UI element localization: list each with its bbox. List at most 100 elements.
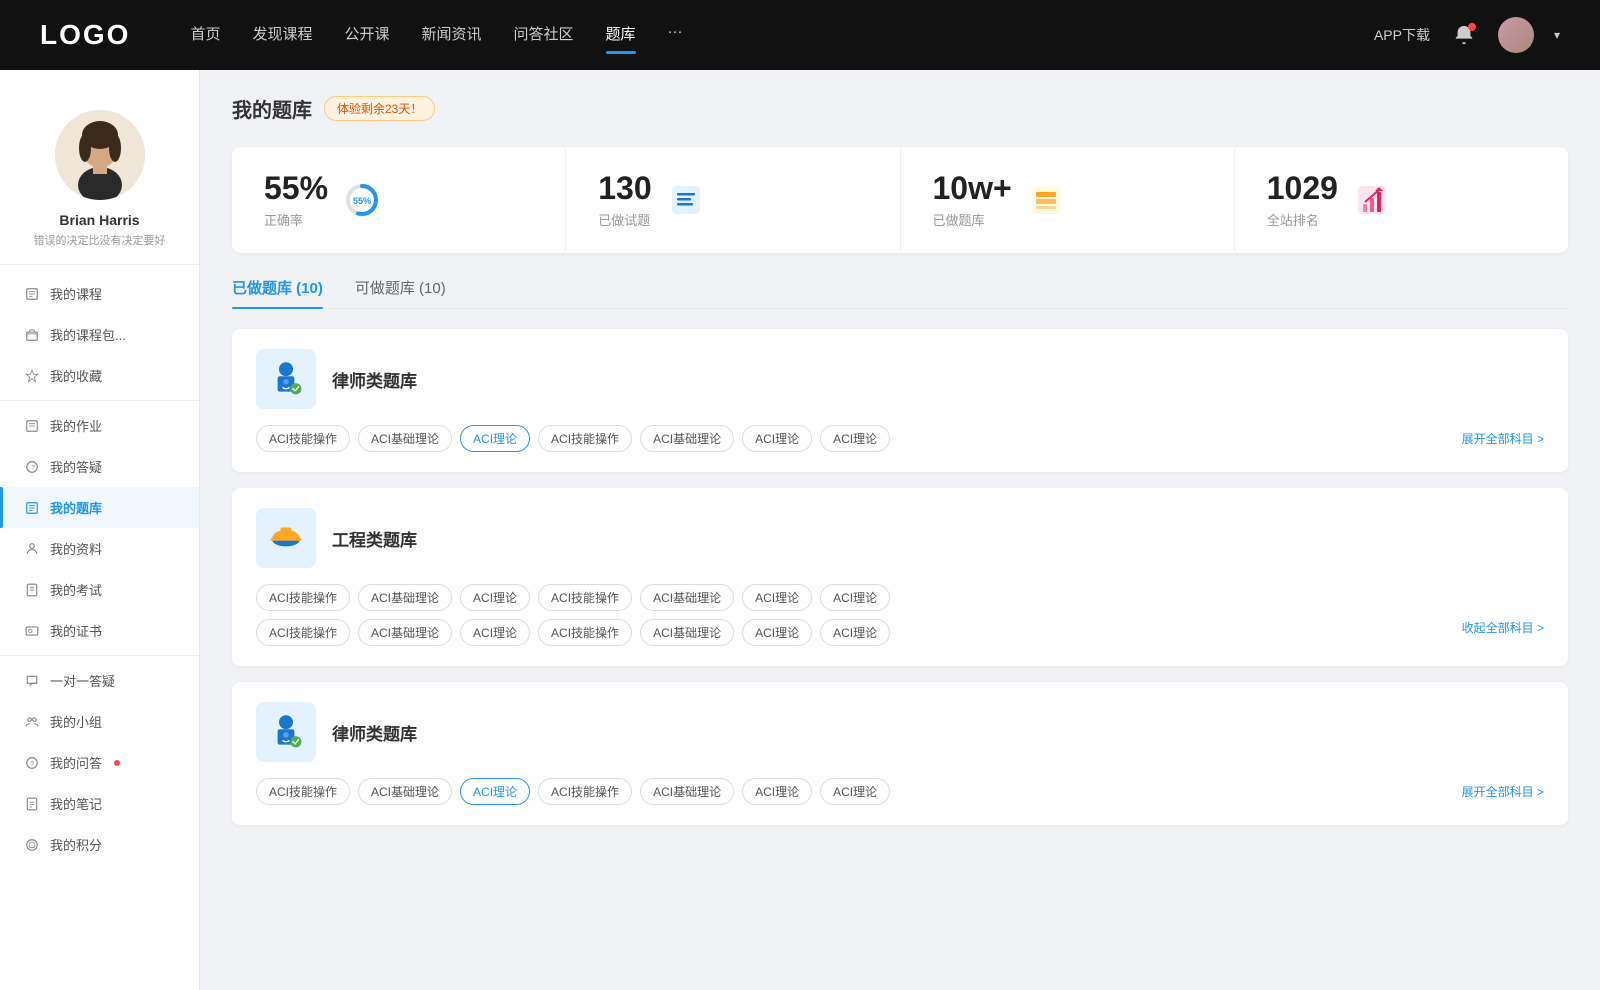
navbar: LOGO 首页 发现课程 公开课 新闻资讯 问答社区 题库 ··· APP下载 …	[0, 0, 1600, 70]
nav-link-home[interactable]: 首页	[190, 23, 220, 48]
notification-bell[interactable]	[1450, 21, 1478, 49]
tag-3-4[interactable]: ACI技能操作	[538, 778, 632, 805]
sidebar-item-course-package[interactable]: 我的课程包...	[0, 314, 199, 355]
banks-value: 10w+	[933, 171, 1012, 206]
qbank-lawyer2-header: 律师类题库	[256, 702, 1544, 762]
sidebar-item-qa-mine[interactable]: ? 我的答疑	[0, 446, 199, 487]
svg-text:55%: 55%	[353, 196, 371, 206]
nav-right: APP下载 ▾	[1374, 17, 1560, 53]
qbank-engineer-header: 工程类题库	[256, 508, 1544, 568]
question-red-dot	[114, 760, 120, 766]
tag-1-4[interactable]: ACI技能操作	[538, 425, 632, 452]
tab-available[interactable]: 可做题库 (10)	[355, 277, 446, 308]
tag-1-7[interactable]: ACI理论	[820, 425, 890, 452]
qbank-card-lawyer-2: 律师类题库 ACI技能操作 ACI基础理论 ACI理论 ACI技能操作 ACI基…	[232, 682, 1568, 825]
expand-link-3[interactable]: 展开全部科目 >	[1462, 783, 1544, 800]
tag-1-3[interactable]: ACI理论	[460, 425, 530, 452]
profile-motto: 错误的决定比没有决定要好	[34, 232, 166, 248]
accuracy-icon: 55%	[344, 182, 380, 218]
qbank-title-1: 律师类题库	[332, 367, 417, 392]
tag-2-3[interactable]: ACI理论	[460, 584, 530, 611]
accuracy-label: 正确率	[264, 210, 328, 229]
rank-value: 1029	[1267, 171, 1338, 206]
qbank-engineer-icon	[256, 508, 316, 568]
tag-2-4[interactable]: ACI技能操作	[538, 584, 632, 611]
tag-2-7[interactable]: ACI理论	[820, 584, 890, 611]
tag-2-1[interactable]: ACI技能操作	[256, 584, 350, 611]
star-icon	[24, 368, 40, 384]
tab-row: 已做题库 (10) 可做题库 (10)	[232, 277, 1568, 309]
nav-link-qa[interactable]: 问答社区	[514, 23, 574, 48]
course-icon	[24, 286, 40, 302]
banks-icon	[1028, 182, 1064, 218]
tag-2b-6[interactable]: ACI理论	[742, 619, 812, 646]
page-title: 我的题库	[232, 94, 312, 123]
sidebar-item-my-questions[interactable]: ? 我的问答	[0, 742, 199, 783]
group-icon	[24, 714, 40, 730]
nav-logo: LOGO	[40, 19, 130, 51]
tag-3-1[interactable]: ACI技能操作	[256, 778, 350, 805]
tag-1-5[interactable]: ACI基础理论	[640, 425, 734, 452]
exam-icon	[24, 582, 40, 598]
sidebar-item-certificate[interactable]: 我的证书	[0, 610, 199, 651]
tags-row-2a: ACI技能操作 ACI基础理论 ACI理论 ACI技能操作 ACI基础理论 AC…	[256, 584, 1544, 611]
questions-icon	[668, 182, 704, 218]
tag-2-5[interactable]: ACI基础理论	[640, 584, 734, 611]
sidebar-item-notes[interactable]: 我的笔记	[0, 783, 199, 824]
tag-3-2[interactable]: ACI基础理论	[358, 778, 452, 805]
tag-2b-7[interactable]: ACI理论	[820, 619, 890, 646]
tag-2-6[interactable]: ACI理论	[742, 584, 812, 611]
homework-icon	[24, 418, 40, 434]
sidebar-item-favorites[interactable]: 我的收藏	[0, 355, 199, 396]
tag-1-2[interactable]: ACI基础理论	[358, 425, 452, 452]
sidebar-item-one-on-one[interactable]: 一对一答疑	[0, 660, 199, 701]
sidebar-item-profile[interactable]: 我的资料	[0, 528, 199, 569]
sidebar-item-qbank[interactable]: 我的题库	[0, 487, 199, 528]
tag-1-1[interactable]: ACI技能操作	[256, 425, 350, 452]
qbank-card-engineer: 工程类题库 ACI技能操作 ACI基础理论 ACI理论 ACI技能操作 ACI基…	[232, 488, 1568, 666]
sidebar-item-exam[interactable]: 我的考试	[0, 569, 199, 610]
nav-link-open-course[interactable]: 公开课	[344, 23, 389, 48]
tag-2b-1[interactable]: ACI技能操作	[256, 619, 350, 646]
rank-icon	[1354, 182, 1390, 218]
user-avatar[interactable]	[1498, 17, 1534, 53]
tag-3-5[interactable]: ACI基础理论	[640, 778, 734, 805]
user-menu-chevron[interactable]: ▾	[1554, 28, 1560, 42]
tag-3-3[interactable]: ACI理论	[460, 778, 530, 805]
questions-value: 130	[598, 171, 651, 206]
tag-2b-3[interactable]: ACI理论	[460, 619, 530, 646]
nav-links: 首页 发现课程 公开课 新闻资讯 问答社区 题库 ···	[190, 23, 1374, 48]
trial-badge: 体验剩余23天！	[324, 96, 435, 121]
tab-done[interactable]: 已做题库 (10)	[232, 277, 323, 308]
sidebar-item-group[interactable]: 我的小组	[0, 701, 199, 742]
app-download-button[interactable]: APP下载	[1374, 25, 1430, 45]
tags-row-1: ACI技能操作 ACI基础理论 ACI理论 ACI技能操作 ACI基础理论 AC…	[256, 425, 1544, 452]
expand-link-1[interactable]: 展开全部科目 >	[1462, 430, 1544, 447]
tag-2b-2[interactable]: ACI基础理论	[358, 619, 452, 646]
sidebar-profile: Brian Harris 错误的决定比没有决定要好	[0, 90, 199, 265]
svg-text:?: ?	[31, 464, 35, 471]
nav-link-more[interactable]: ···	[668, 23, 683, 48]
notes-icon	[24, 796, 40, 812]
profile-avatar	[55, 110, 145, 200]
sidebar-item-my-course[interactable]: 我的课程	[0, 273, 199, 314]
sidebar-item-points[interactable]: 我的积分	[0, 824, 199, 865]
tag-2b-5[interactable]: ACI基础理论	[640, 619, 734, 646]
tags-row-2b: ACI技能操作 ACI基础理论 ACI理论 ACI技能操作 ACI基础理论 AC…	[256, 619, 1544, 646]
qa-icon: ?	[24, 459, 40, 475]
stat-questions: 130 已做试题	[566, 147, 900, 253]
nav-link-qbank[interactable]: 题库	[606, 23, 636, 48]
tag-3-7[interactable]: ACI理论	[820, 778, 890, 805]
nav-link-discover[interactable]: 发现课程	[252, 23, 312, 48]
qbank-title-3: 律师类题库	[332, 720, 417, 745]
tag-2-2[interactable]: ACI基础理论	[358, 584, 452, 611]
tag-3-6[interactable]: ACI理论	[742, 778, 812, 805]
nav-link-news[interactable]: 新闻资讯	[422, 23, 482, 48]
stat-accuracy: 55% 正确率 55%	[232, 147, 566, 253]
tag-2b-4[interactable]: ACI技能操作	[538, 619, 632, 646]
collapse-link-2[interactable]: 收起全部科目 >	[1462, 619, 1544, 646]
sidebar-item-homework[interactable]: 我的作业	[0, 405, 199, 446]
main-content: 我的题库 体验剩余23天！ 55% 正确率 55%	[200, 70, 1600, 990]
sidebar-menu: 我的课程 我的课程包... 我的收藏 我的作业	[0, 265, 199, 873]
tag-1-6[interactable]: ACI理论	[742, 425, 812, 452]
